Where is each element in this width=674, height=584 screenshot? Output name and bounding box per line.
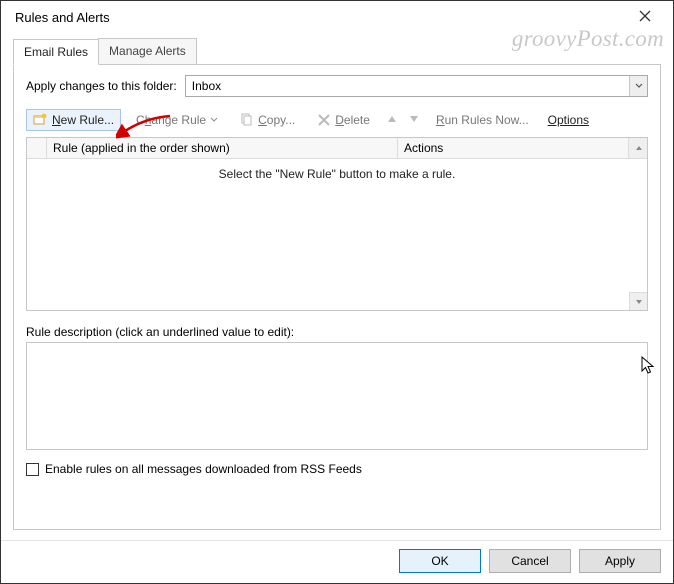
tab-manage-alerts[interactable]: Manage Alerts	[98, 38, 197, 64]
toolbar: New Rule... Change Rule Copy... Delete	[26, 105, 648, 137]
description-box[interactable]	[26, 342, 648, 450]
triangle-down-icon	[635, 298, 643, 306]
tab-label: Email Rules	[24, 45, 88, 59]
cancel-button[interactable]: Cancel	[489, 549, 571, 573]
tab-email-rules[interactable]: Email Rules	[13, 39, 99, 65]
description-label: Rule description (click an underlined va…	[26, 325, 648, 339]
close-button[interactable]	[627, 9, 663, 26]
triangle-up-icon	[387, 114, 397, 124]
rss-checkbox[interactable]	[26, 463, 39, 476]
x-icon	[317, 113, 331, 127]
rules-grid: Rule (applied in the order shown) Action…	[26, 137, 648, 311]
copy-button[interactable]: Copy...	[233, 109, 302, 131]
new-rule-button[interactable]: New Rule...	[26, 109, 121, 131]
col-actions[interactable]: Actions	[398, 138, 629, 158]
ok-button[interactable]: OK	[399, 549, 481, 573]
move-up-button[interactable]	[385, 113, 399, 127]
new-rule-icon	[33, 113, 48, 127]
folder-dropdown-button[interactable]	[629, 76, 647, 96]
new-rule-label: ew Rule...	[61, 113, 114, 127]
grid-header: Rule (applied in the order shown) Action…	[27, 138, 647, 159]
folder-label: Apply changes to this folder:	[26, 79, 177, 93]
move-down-button[interactable]	[407, 113, 421, 127]
triangle-up-icon	[635, 144, 643, 152]
delete-button[interactable]: Delete	[310, 109, 377, 131]
col-checkbox[interactable]	[27, 138, 47, 158]
empty-rules-message: Select the "New Rule" button to make a r…	[27, 159, 647, 181]
window-title: Rules and Alerts	[15, 10, 627, 25]
col-rule[interactable]: Rule (applied in the order shown)	[47, 138, 398, 158]
tab-strip: Email Rules Manage Alerts	[13, 38, 661, 65]
run-rules-now-button[interactable]: Run Rules Now...	[429, 109, 536, 131]
folder-select[interactable]	[185, 75, 648, 97]
scroll-down-button[interactable]	[629, 292, 647, 310]
copy-icon	[240, 113, 254, 127]
tab-label: Manage Alerts	[109, 44, 186, 58]
rules-alerts-window: Rules and Alerts Email Rules Manage Aler…	[0, 0, 674, 584]
chevron-down-icon	[210, 116, 218, 124]
grid-body[interactable]: Select the "New Rule" button to make a r…	[27, 159, 647, 310]
dialog-footer: OK Cancel Apply	[1, 540, 673, 583]
apply-button[interactable]: Apply	[579, 549, 661, 573]
folder-input[interactable]	[185, 75, 648, 97]
scroll-up-button[interactable]	[629, 138, 647, 158]
change-rule-button[interactable]: Change Rule	[129, 109, 225, 131]
titlebar: Rules and Alerts	[1, 1, 673, 32]
rss-label: Enable rules on all messages downloaded …	[45, 462, 362, 476]
options-link[interactable]: Options	[548, 113, 589, 127]
email-rules-panel: Apply changes to this folder: New Rule..…	[13, 65, 661, 530]
chevron-down-icon	[635, 82, 643, 90]
triangle-down-icon	[409, 114, 419, 124]
